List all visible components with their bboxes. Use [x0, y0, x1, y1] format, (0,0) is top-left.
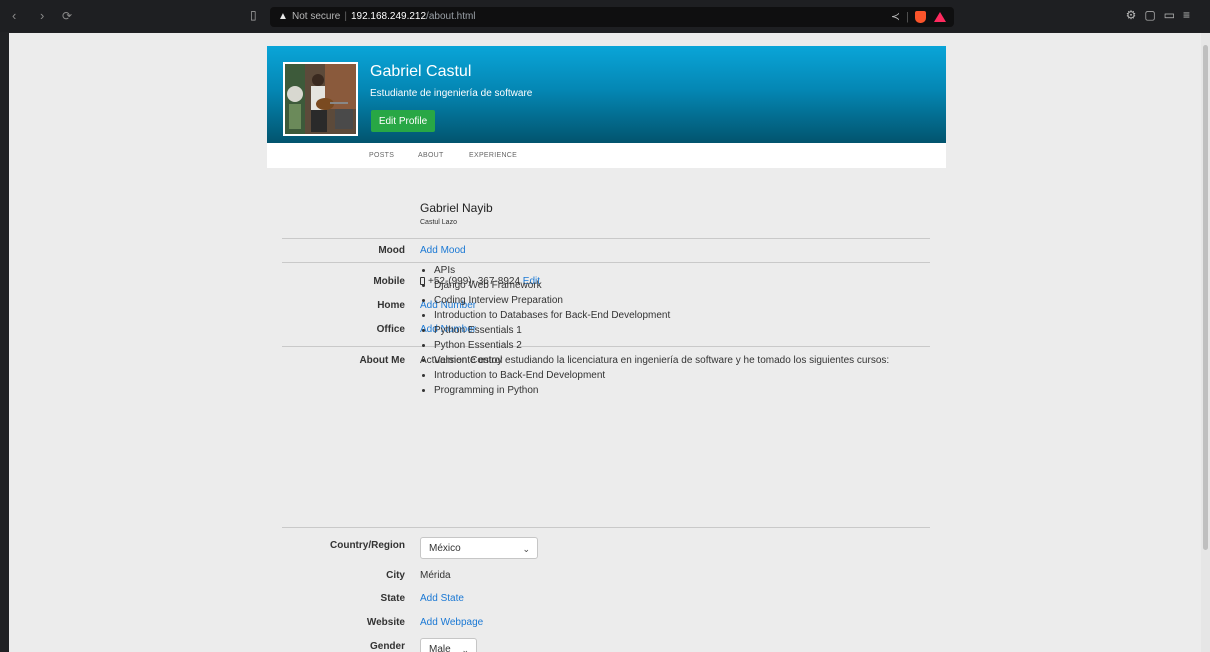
share-icon[interactable]: ≺	[891, 11, 900, 23]
list-item: Programming in Python	[434, 383, 670, 398]
course-list: APIs Django Web Framework Coding Intervi…	[420, 263, 670, 398]
address-bar[interactable]: ▲ Not secure | 192.168.249.212/about.html …	[270, 7, 954, 27]
list-item: Introduction to Databases for Back-End D…	[434, 308, 670, 323]
profile-tabs: POSTS ABOUT EXPERIENCE	[267, 143, 946, 168]
divider	[282, 238, 930, 239]
profile-name: Gabriel Castul	[370, 63, 472, 80]
url-host: 192.168.249.212	[350, 11, 427, 22]
url-path: /about.html	[426, 11, 476, 22]
divider	[282, 527, 930, 528]
vertical-scrollbar[interactable]	[1201, 33, 1210, 652]
security-label: Not secure	[292, 11, 341, 22]
state-label: State	[380, 593, 405, 604]
chevron-down-icon: ⌄	[522, 544, 530, 554]
chevron-left-icon[interactable]: ‹	[12, 8, 16, 24]
country-label: Country/Region	[330, 540, 405, 551]
profile-card: Gabriel Castul Estudiante de ingeniería …	[267, 46, 946, 652]
mobile-label: Mobile	[373, 276, 405, 287]
gender-select[interactable]: Male ⌄	[420, 638, 477, 652]
tab-about[interactable]: ABOUT	[418, 152, 444, 159]
add-webpage-link[interactable]: Add Webpage	[420, 617, 483, 628]
bookmark-icon[interactable]: ▯	[250, 8, 257, 22]
mood-label: Mood	[378, 245, 405, 256]
brave-rewards-icon[interactable]	[934, 12, 946, 23]
tab-experience[interactable]: EXPERIENCE	[469, 152, 517, 159]
page-viewport: Gabriel Castul Estudiante de ingeniería …	[9, 33, 1201, 652]
chevron-down-icon: ⌄	[461, 645, 469, 652]
city-label: City	[386, 570, 405, 581]
brave-shield-icon[interactable]	[915, 11, 926, 24]
gender-selected-value: Male	[429, 644, 451, 652]
list-item: Python Essentials 2	[434, 338, 670, 353]
gender-label: Gender	[369, 641, 405, 652]
scrollbar-thumb[interactable]	[1203, 45, 1208, 550]
full-first-name: Gabriel Nayib	[420, 201, 493, 215]
browser-menu-icons[interactable]: ⚙▢▭≡	[1126, 8, 1198, 22]
list-item: Introduction to Back-End Development	[434, 368, 670, 383]
about-me-label: About Me	[359, 355, 405, 366]
avatar	[283, 62, 358, 136]
full-last-name: Castul Lazo	[420, 219, 457, 226]
list-item: APIs	[434, 263, 670, 278]
city-value: Mérida	[420, 570, 451, 581]
add-mood-link[interactable]: Add Mood	[420, 245, 466, 256]
edit-profile-button[interactable]: Edit Profile	[371, 110, 435, 132]
chevron-right-icon[interactable]: ›	[40, 8, 44, 24]
profile-subtitle: Estudiante de ingeniería de software	[370, 88, 533, 99]
country-select[interactable]: México ⌄	[420, 537, 538, 559]
country-selected-value: México	[429, 543, 461, 554]
tab-posts[interactable]: POSTS	[369, 152, 394, 159]
add-state-link[interactable]: Add State	[420, 593, 464, 604]
list-item: Django Web Framework	[434, 278, 670, 293]
reload-icon[interactable]: ⟳	[62, 8, 72, 24]
list-item: Coding Interview Preparation	[434, 293, 670, 308]
warning-icon: ▲	[278, 11, 288, 22]
home-label: Home	[377, 300, 405, 311]
list-item: Version Control	[434, 353, 670, 368]
browser-toolbar: ‹ › ⟳ ▯ ▲ Not secure | 192.168.249.212/abo…	[0, 0, 1210, 32]
office-label: Office	[376, 324, 405, 335]
website-label: Website	[366, 617, 405, 628]
list-item: Python Essentials 1	[434, 323, 670, 338]
profile-banner: Gabriel Castul Estudiante de ingeniería …	[267, 46, 946, 143]
